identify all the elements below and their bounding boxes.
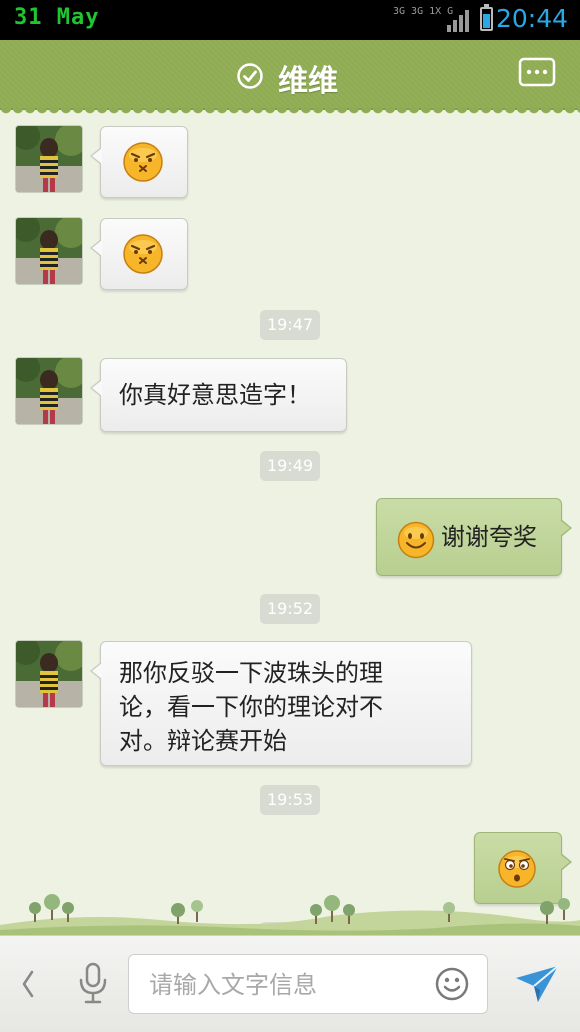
- microphone-icon[interactable]: [76, 962, 110, 1004]
- send-icon[interactable]: [514, 964, 560, 1004]
- emoji-icon[interactable]: [435, 967, 469, 1001]
- grimace-emoji: [123, 234, 163, 274]
- message-timestamp: 19:52: [260, 594, 320, 624]
- battery-icon: [480, 4, 493, 31]
- message-bubble-outgoing[interactable]: 谢谢夸奖: [376, 498, 572, 576]
- status-clock: 20:44: [495, 4, 568, 33]
- message-text: 谢谢夸奖: [441, 523, 537, 551]
- chat-menu-icon[interactable]: [518, 57, 556, 89]
- status-date: 31 May: [14, 5, 100, 30]
- scenery-decoration: [0, 894, 580, 935]
- signal-strength-icon: [447, 10, 469, 32]
- contact-avatar[interactable]: [16, 218, 82, 284]
- contact-avatar[interactable]: [16, 126, 82, 192]
- smile-emoji: [397, 521, 435, 559]
- message-timestamp: 19:53: [260, 785, 320, 815]
- chat-header: 维维: [0, 40, 580, 116]
- message-bubble-incoming[interactable]: [90, 126, 188, 198]
- grimace-emoji: [123, 142, 163, 182]
- input-bar: [0, 935, 580, 1032]
- avatar-photo: [16, 358, 82, 424]
- network-type-indicator: 3G 3G 1X G: [393, 6, 454, 17]
- message-timestamp: 19:49: [260, 451, 320, 481]
- doubt-emoji: [498, 850, 536, 888]
- message-bubble-incoming[interactable]: 你真好意思造字！: [90, 358, 347, 432]
- message-input-container: [128, 954, 488, 1014]
- message-text: 你真好意思造字！: [119, 381, 311, 409]
- message-timestamp: 19:47: [260, 310, 320, 340]
- avatar-photo: [16, 218, 82, 284]
- back-icon[interactable]: [18, 968, 38, 1000]
- avatar-photo: [16, 126, 82, 192]
- message-input[interactable]: [147, 967, 411, 1003]
- contact-avatar[interactable]: [16, 358, 82, 424]
- check-circle-icon: [237, 63, 263, 89]
- message-text: 那你反驳一下波珠头的理论，看一下你的理论对不对。辩论赛开始: [119, 659, 383, 755]
- status-bar: 31 May 3G 3G 1X G 20:44: [0, 0, 580, 40]
- contact-avatar[interactable]: [16, 641, 82, 707]
- avatar-photo: [16, 641, 82, 707]
- contact-name[interactable]: 维维: [278, 56, 338, 100]
- message-bubble-incoming[interactable]: [90, 218, 188, 290]
- message-bubble-incoming[interactable]: 那你反驳一下波珠头的理论，看一下你的理论对不对。辩论赛开始: [90, 641, 472, 766]
- message-list[interactable]: 19:47 你真好意思造字！ 19:49 谢谢夸奖 19:52 那你反驳一下波珠…: [0, 110, 580, 935]
